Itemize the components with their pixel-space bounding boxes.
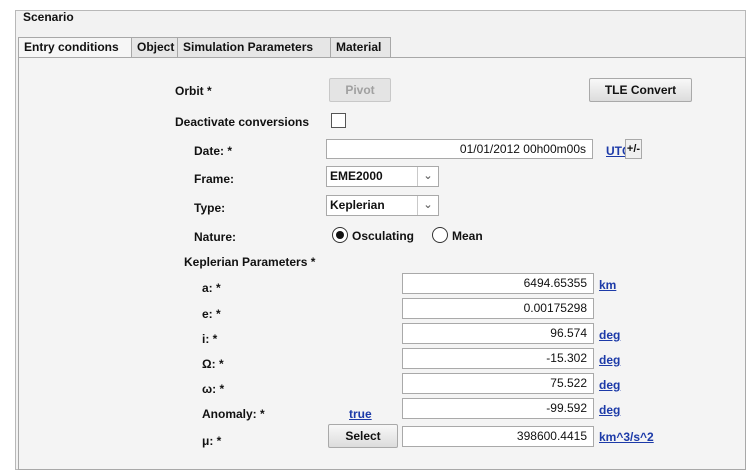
tab-material[interactable]: Material: [330, 37, 391, 57]
frame-select[interactable]: EME2000 ⌄: [326, 166, 439, 187]
panel-title: Scenario: [23, 10, 74, 24]
param-anomaly-input[interactable]: -99.592: [402, 398, 594, 419]
param-mu-input[interactable]: 398600.4415: [402, 426, 594, 447]
keplerian-parameters-title: Keplerian Parameters *: [184, 255, 316, 269]
date-offset-button[interactable]: +/-: [625, 139, 642, 159]
tle-convert-button[interactable]: TLE Convert: [589, 78, 692, 102]
param-anomaly-label: Anomaly: *: [202, 407, 265, 421]
deactivate-conversions-checkbox[interactable]: [331, 113, 346, 128]
tab-entry-conditions[interactable]: Entry conditions: [18, 37, 132, 58]
date-label: Date: *: [194, 144, 233, 158]
param-e-input[interactable]: 0.00175298: [402, 298, 594, 319]
type-select-value: Keplerian: [330, 198, 385, 212]
frame-select-value: EME2000: [330, 169, 383, 183]
mean-label: Mean: [452, 229, 483, 243]
param-a-label: a: *: [202, 281, 221, 295]
frame-label: Frame:: [194, 172, 235, 186]
param-mu-label: μ: *: [202, 434, 222, 448]
param-i-input[interactable]: 96.574: [402, 323, 594, 344]
tab-object[interactable]: Object: [131, 37, 178, 57]
orbit-label: Orbit *: [175, 84, 212, 98]
chevron-down-icon: ⌄: [417, 196, 438, 215]
osculating-label: Osculating: [352, 229, 415, 243]
tab-content: [18, 57, 746, 470]
param-argp-label: ω: *: [202, 382, 225, 396]
param-argp-unit[interactable]: deg: [599, 378, 620, 392]
param-argp-input[interactable]: 75.522: [402, 373, 594, 394]
param-raan-input[interactable]: -15.302: [402, 348, 594, 369]
mean-radio[interactable]: [432, 227, 448, 243]
param-i-label: i: *: [202, 332, 218, 346]
anomaly-type-link[interactable]: true: [349, 407, 372, 421]
param-e-label: e: *: [202, 307, 221, 321]
chevron-down-icon: ⌄: [417, 167, 438, 186]
type-label: Type:: [194, 201, 226, 215]
param-a-input[interactable]: 6494.65355: [402, 273, 594, 294]
param-raan-label: Ω: *: [202, 357, 224, 371]
param-a-unit[interactable]: km: [599, 278, 616, 292]
deactivate-conversions-label: Deactivate conversions: [175, 115, 310, 129]
param-i-unit[interactable]: deg: [599, 328, 620, 342]
osculating-radio[interactable]: [332, 227, 348, 243]
pivot-button[interactable]: Pivot: [329, 78, 391, 102]
nature-label: Nature:: [194, 230, 237, 244]
date-input[interactable]: 01/01/2012 00h00m00s: [326, 139, 593, 159]
param-anomaly-unit[interactable]: deg: [599, 403, 620, 417]
tab-simulation-parameters[interactable]: Simulation Parameters: [177, 37, 331, 57]
param-raan-unit[interactable]: deg: [599, 353, 620, 367]
type-select[interactable]: Keplerian ⌄: [326, 195, 439, 216]
mu-select-button[interactable]: Select: [328, 424, 398, 448]
param-mu-unit[interactable]: km^3/s^2: [599, 430, 654, 444]
